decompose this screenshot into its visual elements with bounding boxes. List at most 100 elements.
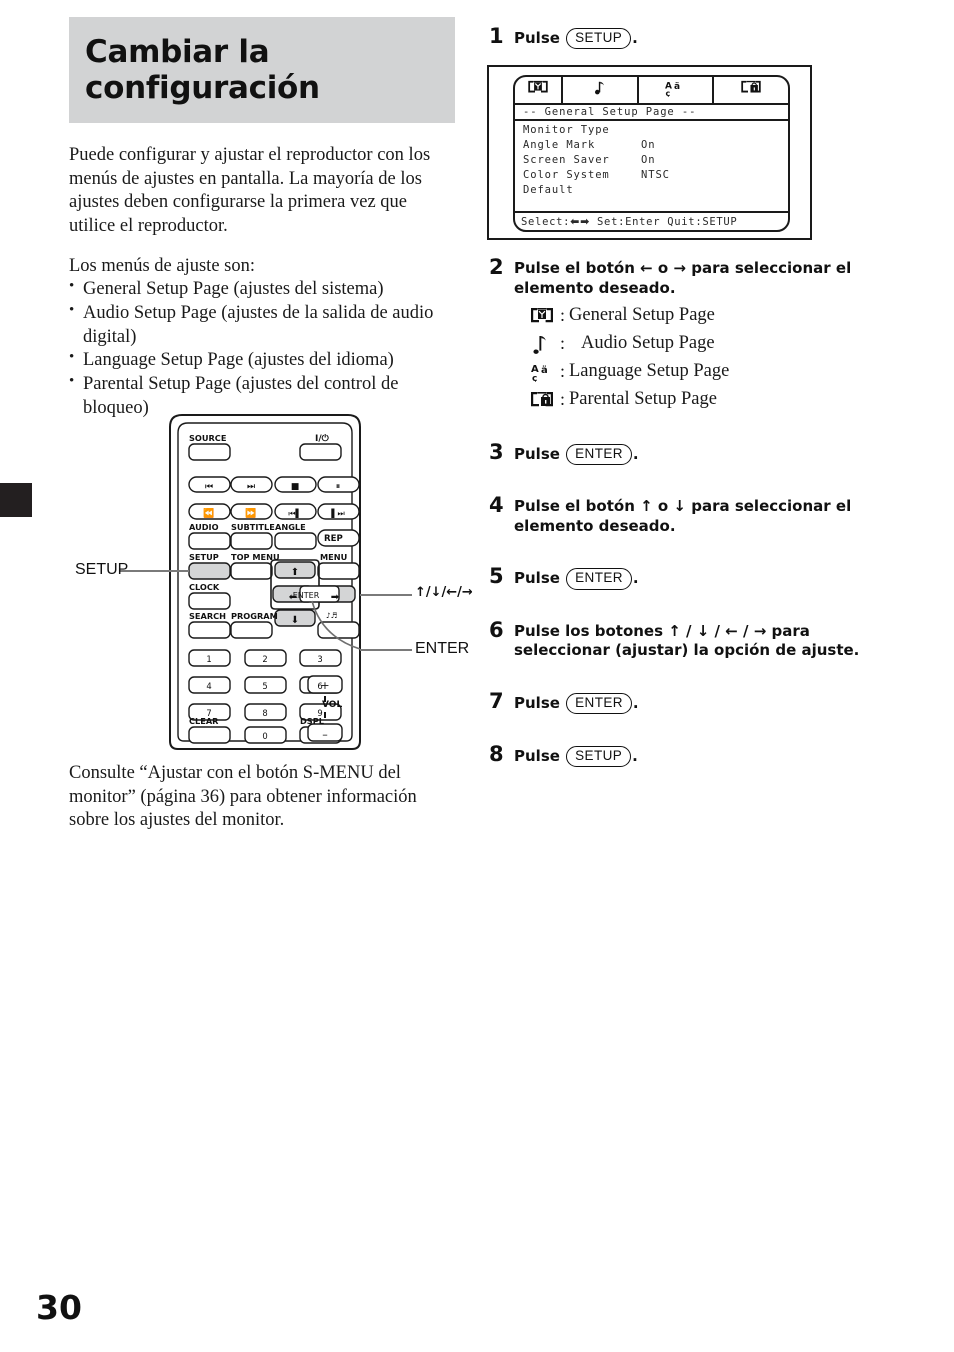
callout-arrows-label: ↑/↓/←/→	[415, 585, 473, 600]
remote-label-subtitle: SUBTITLE	[231, 522, 275, 532]
keycap-setup: SETUP	[566, 28, 632, 50]
legend-row-audio: : Audio Setup Page	[514, 333, 889, 354]
legend-row-language: A ç ä : Language Setup Page	[514, 361, 889, 382]
keycap-enter: ENTER	[566, 568, 632, 590]
step-text: Pulse los botones ↑ / ↓ / ← / → para sel…	[514, 622, 889, 661]
svg-text:⬇: ⬇	[291, 615, 299, 626]
osd-tab-language[interactable]: A ç ä	[636, 77, 713, 103]
keycap-enter: ENTER	[566, 444, 632, 466]
remote-label-setup: SETUP	[189, 552, 219, 562]
setup-menu-list: General Setup Page (ajustes del sistema)…	[69, 277, 449, 420]
legend-label: Parental Setup Page	[569, 389, 717, 410]
page-title-line2: configuración	[85, 69, 320, 106]
step-prefix: Pulse	[514, 746, 566, 765]
svg-text:▌⏭: ▌⏭	[330, 508, 344, 518]
svg-text:4: 4	[206, 681, 211, 691]
osd-tab-audio[interactable]	[561, 77, 637, 103]
keycap-enter: ENTER	[566, 692, 632, 714]
legend-colon: :	[560, 361, 566, 382]
remote-label-search: SEARCH	[189, 611, 226, 621]
step-text: Pulse ENTER.	[514, 692, 889, 714]
remote-control-diagram: ⏮ ⏭ ■ ⏸ ⏪ ⏩ ⏮▌ ▌⏭ ⬆ ⬅ ➡ ⬇ SOURCE I/⏻ AUD…	[120, 414, 412, 750]
osd-setting-value: NTSC	[641, 168, 670, 181]
legend-colon: :	[560, 333, 566, 354]
osd-tab-general[interactable]	[515, 77, 561, 103]
left-column: Cambiar la configuración Puede configurar…	[69, 17, 459, 420]
legend-colon: :	[560, 389, 566, 410]
svg-text:ç: ç	[532, 374, 537, 382]
step-number: 1	[489, 24, 504, 48]
svg-text:■: ■	[291, 482, 300, 492]
remote-label-menu: MENU	[320, 552, 347, 562]
page-edge-tab-marker	[0, 483, 32, 517]
remote-label-audio: AUDIO	[189, 522, 219, 532]
osd-row-default[interactable]: Default	[523, 183, 788, 198]
monitor-tv-icon	[530, 307, 560, 325]
svg-text:+: +	[320, 679, 329, 692]
svg-text:⏪: ⏪	[203, 507, 214, 519]
step-suffix: .	[632, 445, 639, 464]
osd-tab-parental[interactable]	[712, 77, 788, 103]
svg-text:8: 8	[262, 708, 267, 718]
step-text: Pulse el botón ↑ o ↓ para seleccionar el…	[514, 497, 889, 536]
step-number: 4	[489, 493, 504, 518]
remote-label-program: PROGRAM	[231, 611, 278, 621]
manual-page: Cambiar la configuración Puede configurar…	[0, 0, 954, 1352]
osd-settings-list: Monitor Type Angle Mark On Screen Saver …	[515, 121, 788, 198]
language-aca-icon: A ç ä	[530, 362, 560, 382]
legend-row-parental: : Parental Setup Page	[514, 389, 889, 410]
remote-label-audiomark: ♪♬	[326, 611, 338, 620]
step-suffix: .	[632, 746, 638, 765]
osd-row-angle-mark[interactable]: Angle Mark On	[523, 138, 788, 153]
svg-text:ä: ä	[674, 82, 680, 92]
step-number: 6	[489, 617, 504, 642]
svg-text:ä: ä	[541, 365, 548, 376]
remote-label-clear: CLEAR	[189, 716, 219, 726]
step-2: 2 Pulse el botón ← o → para seleccionar …	[489, 255, 889, 410]
svg-text:2: 2	[262, 654, 267, 664]
svg-text:–: –	[322, 728, 328, 741]
svg-text:⬆: ⬆	[291, 567, 299, 578]
step-prefix: Pulse	[514, 29, 566, 47]
remote-label-rep: REP	[324, 534, 343, 544]
svg-text:ç: ç	[665, 89, 670, 97]
osd-setting-key: Angle Mark	[523, 138, 596, 151]
osd-row-screen-saver[interactable]: Screen Saver On	[523, 153, 788, 168]
osd-row-monitor-type[interactable]: Monitor Type	[523, 123, 788, 138]
intro-text: Puede configurar y ajustar el reproducto…	[69, 144, 449, 420]
osd-setting-key: Screen Saver	[523, 153, 610, 166]
legend-row-general: : General Setup Page	[514, 305, 889, 326]
arrow-left-right-icon: ⬅➡	[570, 215, 590, 228]
remote-label-enter: ENTER	[293, 591, 320, 600]
arrow-up-icon: ↑	[640, 497, 653, 516]
music-note-icon	[530, 334, 560, 354]
list-item: Language Setup Page (ajustes del idioma)	[69, 348, 449, 373]
remote-control-illustration: ⏮ ⏭ ■ ⏸ ⏪ ⏩ ⏮▌ ▌⏭ ⬆ ⬅ ➡ ⬇ SOURCE I/⏻ AUD…	[60, 405, 473, 755]
step-6: 6 Pulse los botones ↑ / ↓ / ← / → para s…	[489, 618, 889, 661]
step-4: 4 Pulse el botón ↑ o ↓ para seleccionar …	[489, 493, 889, 536]
step-number: 2	[489, 255, 504, 280]
remote-label-topmenu: TOP MENU	[231, 552, 280, 562]
osd-footer-suffix: Set:Enter Quit:SETUP	[590, 216, 738, 228]
step-number: 8	[489, 741, 504, 766]
legend-label: Audio Setup Page	[581, 333, 715, 354]
svg-text:⏸: ⏸	[336, 482, 341, 492]
keycap-setup: SETUP	[566, 745, 632, 768]
step-text-part1: Pulse el botón	[514, 259, 641, 278]
osd-row-color-system[interactable]: Color System NTSC	[523, 168, 788, 183]
arrow-left-icon: ←	[640, 259, 653, 278]
legend-colon: :	[560, 305, 566, 326]
svg-text:7: 7	[206, 708, 211, 718]
remote-label-angle: ANGLE	[275, 522, 306, 532]
step-5: 5 Pulse ENTER.	[489, 564, 889, 590]
svg-text:➡: ➡	[331, 592, 340, 603]
arrow-down-icon: ↓	[673, 497, 686, 516]
arrow-cluster-icon: ↑ / ↓ / ← / →	[668, 621, 767, 640]
step-text-part2: o	[652, 259, 674, 278]
osd-screenshot-frame: A ç ä -- General Setup Page -- Monitor T…	[487, 65, 812, 240]
page-title-box: Cambiar la configuración	[69, 17, 455, 123]
step-3: 3 Pulse ENTER.	[489, 440, 889, 466]
step-suffix: .	[632, 693, 639, 712]
monitor-lock-icon	[530, 391, 560, 409]
remote-label-source: SOURCE	[189, 433, 226, 443]
